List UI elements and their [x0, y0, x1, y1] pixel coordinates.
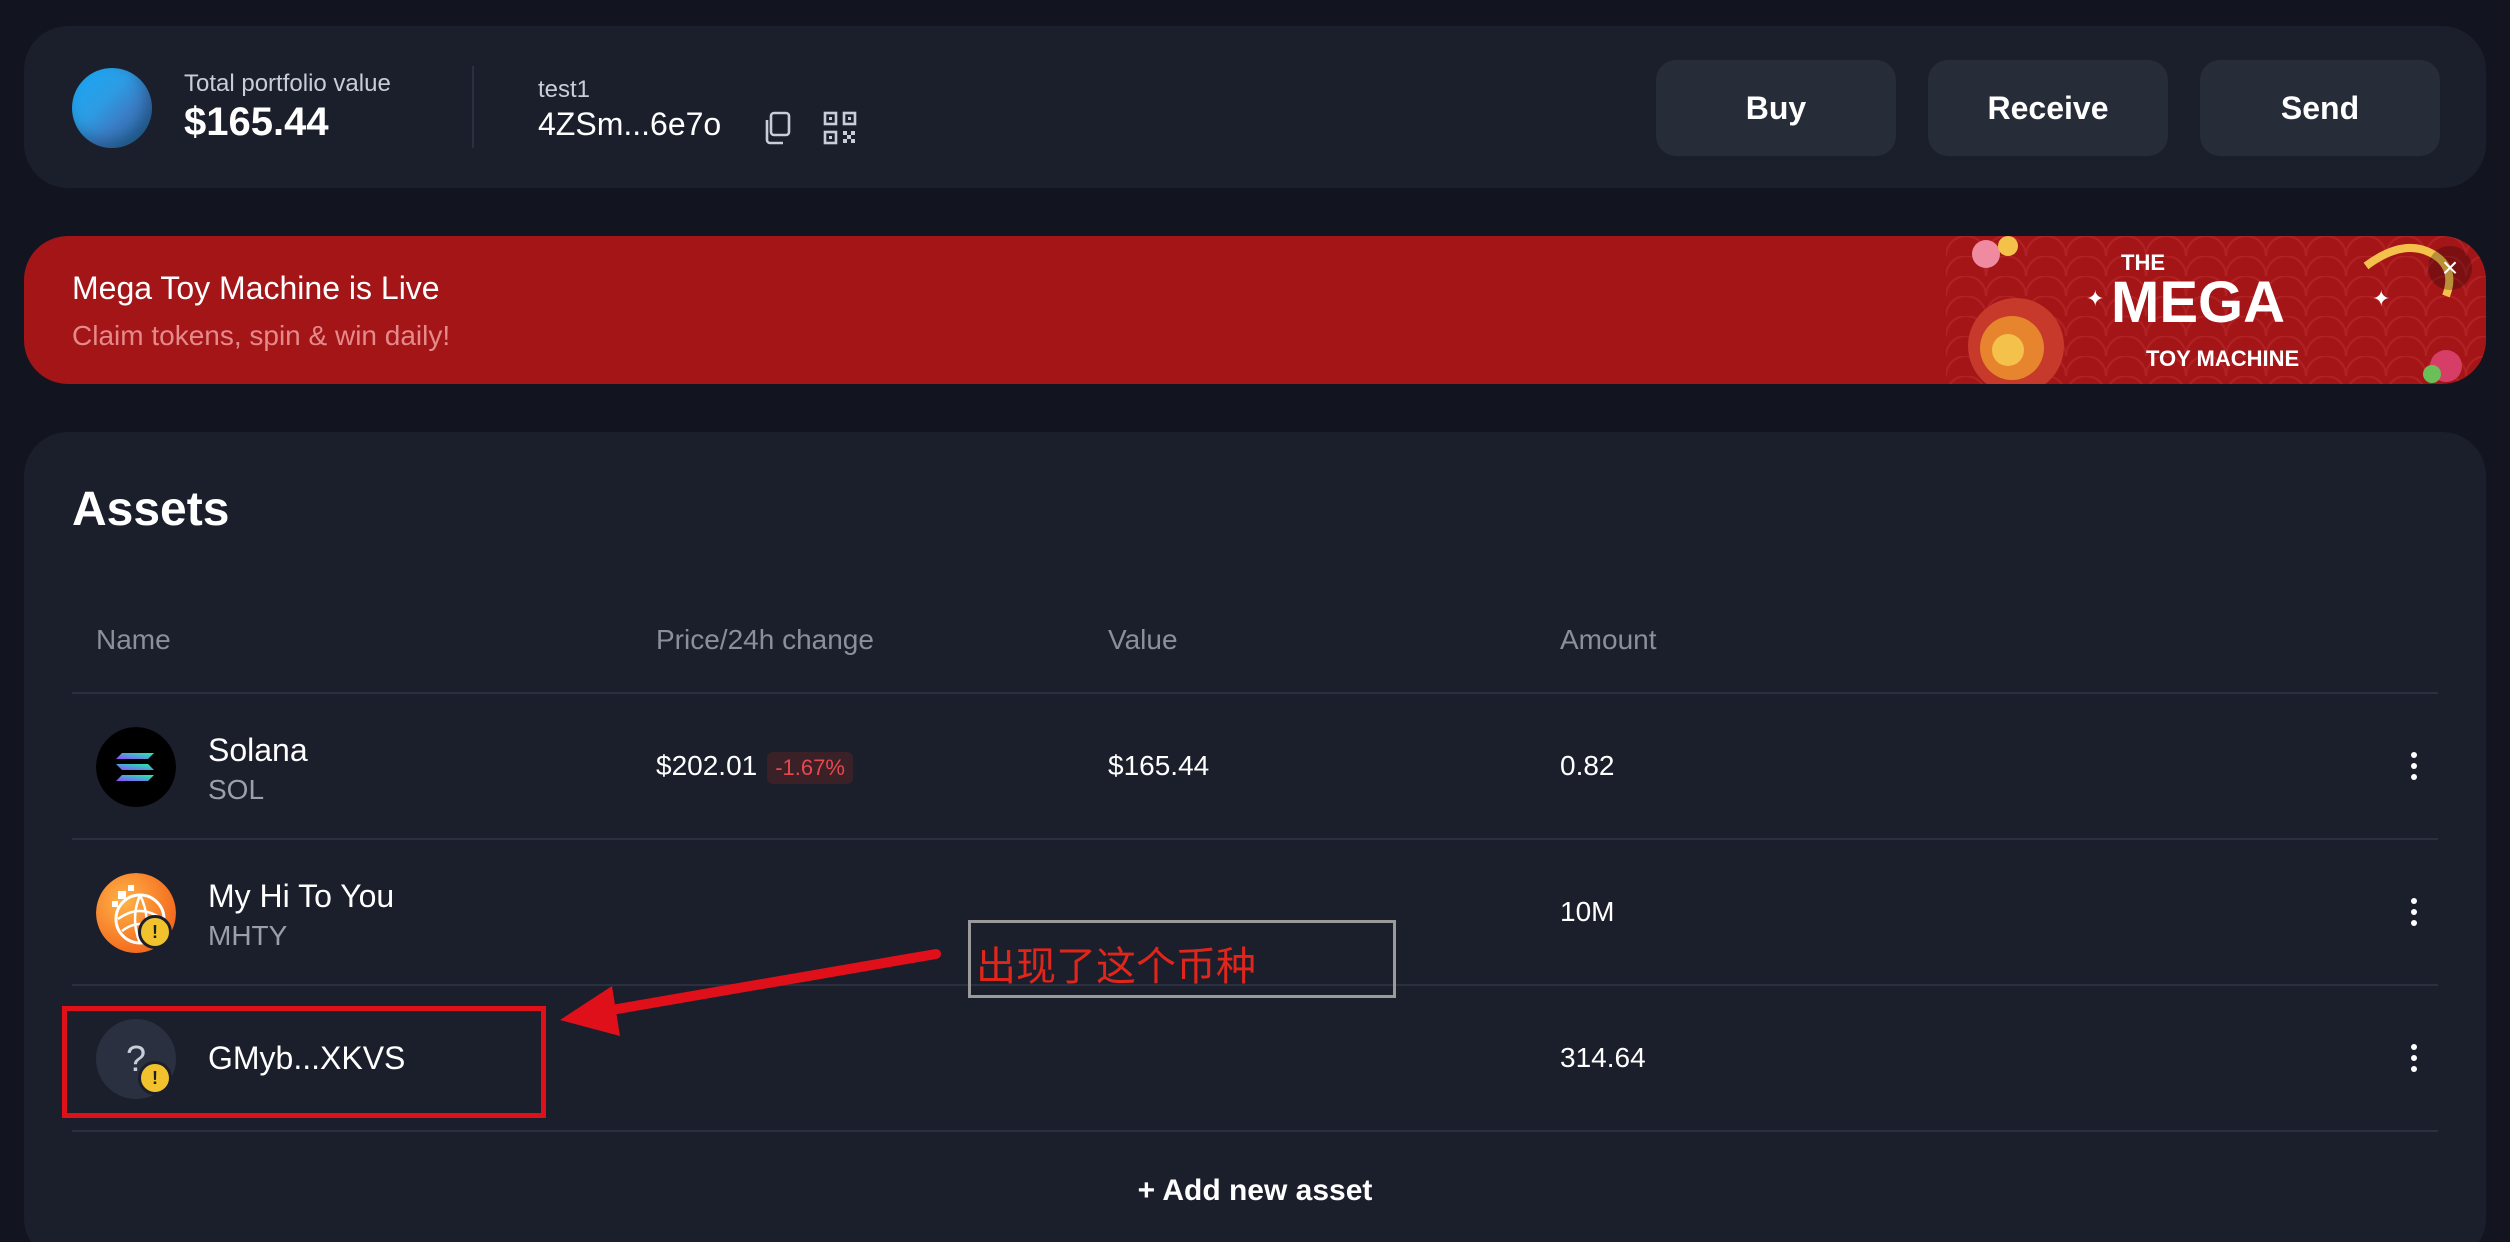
asset-amount: 314.64 [1560, 1042, 1646, 1073]
more-options-icon[interactable] [2394, 1038, 2434, 1078]
asset-price: $202.01 -1.67% [656, 750, 853, 784]
asset-symbol: SOL [208, 774, 265, 805]
promo-banner[interactable]: Mega Toy Machine is Live Claim tokens, s… [24, 236, 2486, 384]
asset-symbol: MHTY [208, 920, 288, 951]
banner-close-button[interactable]: × [2428, 246, 2472, 290]
header-divider [472, 66, 474, 148]
solana-icon [96, 727, 176, 807]
wallet-address[interactable]: 4ZSm...6e7o [538, 106, 721, 143]
logo-mega: MEGA [2111, 270, 2285, 335]
asset-amount: 10M [1560, 896, 1615, 927]
col-value: Value [1108, 624, 1178, 655]
col-price: Price/24h change [656, 624, 874, 655]
add-new-asset-button[interactable]: + Add new asset [72, 1156, 2438, 1226]
banner-subtitle: Claim tokens, spin & win daily! [72, 320, 451, 351]
table-header: Name Price/24h change Value Amount [72, 584, 2438, 694]
send-button[interactable]: Send [2200, 60, 2440, 156]
asset-name: Solana [208, 732, 308, 768]
asset-name: My Hi To You [208, 878, 395, 914]
asset-price-value: $202.01 [656, 750, 758, 781]
receive-button[interactable]: Receive [1928, 60, 2168, 156]
svg-text:✦: ✦ [2086, 286, 2104, 311]
wallet-name: test1 [538, 76, 591, 103]
more-options-icon[interactable] [2394, 746, 2434, 786]
banner-title: Mega Toy Machine is Live [72, 270, 440, 306]
logo-toy-machine: TOY MACHINE [2146, 346, 2299, 371]
price-change-badge: -1.67% [767, 751, 853, 784]
warning-badge-icon: ! [138, 915, 172, 949]
svg-text:✦: ✦ [2372, 286, 2390, 311]
annotation-text: 出现了这个币种 [976, 944, 1256, 990]
col-name: Name [96, 624, 171, 655]
portfolio-header: Total portfolio value $165.44 test1 4ZSm… [24, 26, 2486, 188]
qr-code-icon[interactable] [822, 110, 858, 146]
assets-panel: Assets Name Price/24h change Value Amoun… [24, 432, 2486, 1242]
annotation-highlight-box [62, 1006, 546, 1118]
table-row[interactable]: Solana SOL $202.01 -1.67% $165.44 0.82 [72, 694, 2438, 840]
asset-value: $165.44 [1108, 750, 1210, 781]
col-amount: Amount [1560, 624, 1657, 655]
copy-icon[interactable] [760, 110, 796, 146]
annotation-arrow [560, 949, 941, 1036]
more-options-icon[interactable] [2394, 892, 2434, 932]
mega-toy-machine-logo: THE MEGA TOY MACHINE ✦ ✦ [1946, 236, 2486, 384]
wallet-avatar[interactable] [72, 68, 152, 148]
portfolio-label: Total portfolio value [184, 70, 391, 97]
buy-button[interactable]: Buy [1656, 60, 1896, 156]
asset-amount: 0.82 [1560, 750, 1615, 781]
assets-title: Assets [72, 483, 230, 536]
portfolio-value: $165.44 [184, 100, 329, 144]
